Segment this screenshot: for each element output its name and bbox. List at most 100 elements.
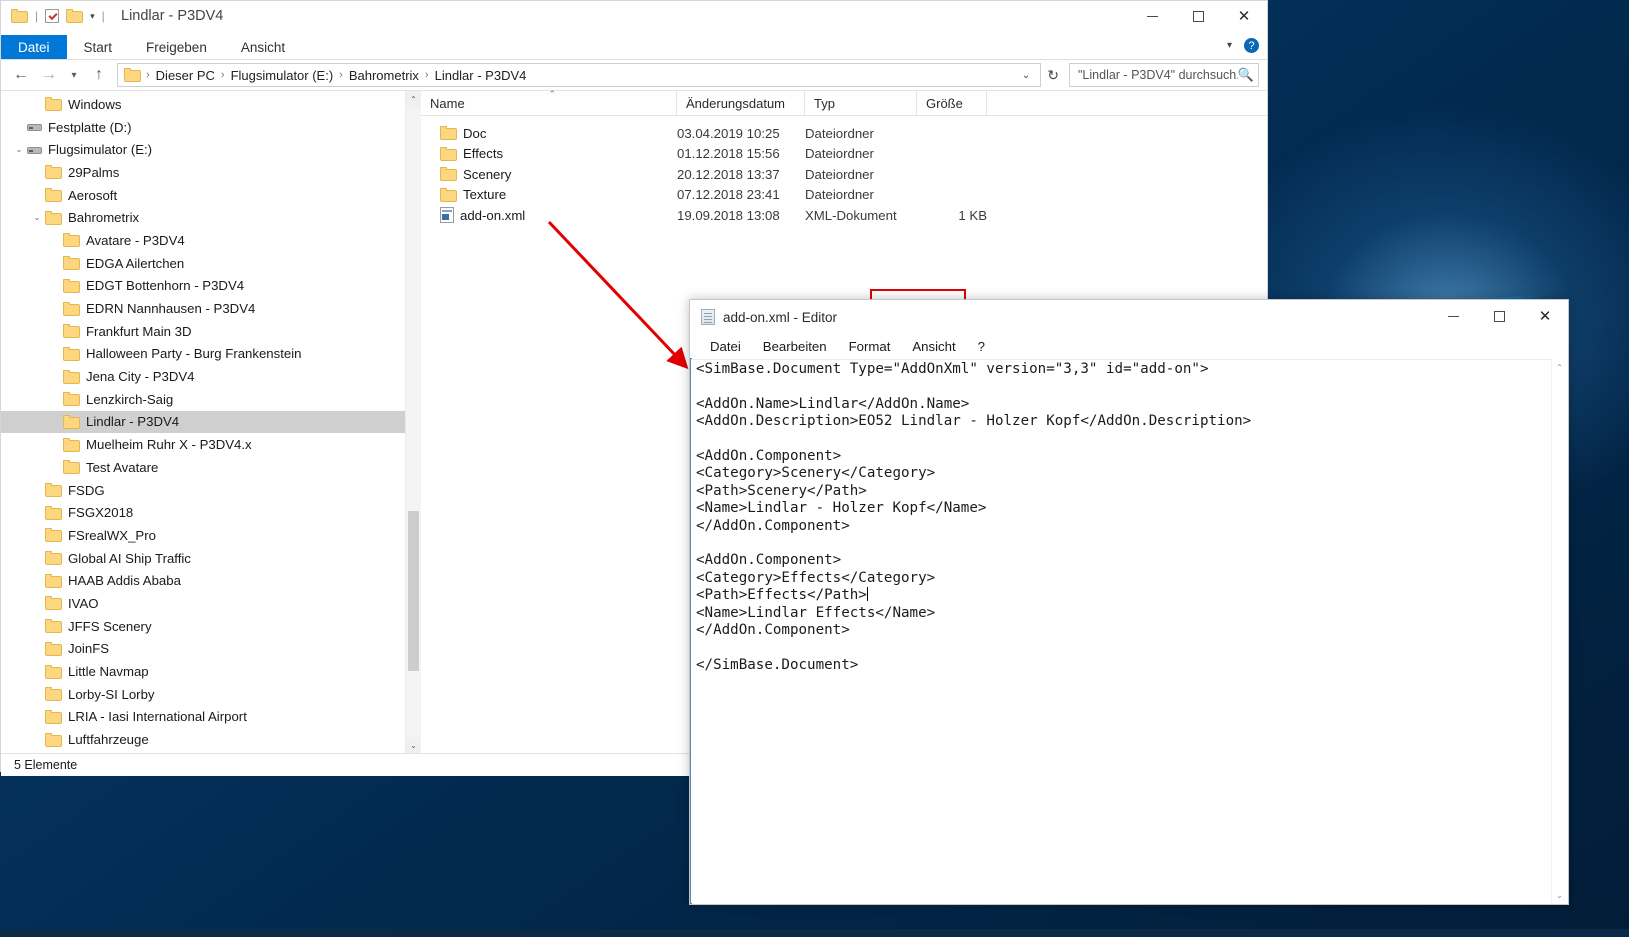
search-input-value: "Lindlar - P3DV4" durchsuch... xyxy=(1078,68,1238,82)
tree-item[interactable]: JFFS Scenery xyxy=(1,615,421,638)
tree-item-label: Flugsimulator (E:) xyxy=(48,142,153,158)
file-type-cell: Dateiordner xyxy=(805,146,874,162)
table-row[interactable]: Scenery 20.12.2018 13:37 Dateiordner xyxy=(421,164,1267,185)
tab-ansicht[interactable]: Ansicht xyxy=(224,35,302,59)
tree-item[interactable]: Little Navmap xyxy=(1,660,421,683)
navigation-pane: Windows Festplatte (D:) ⌄ Flugsimulator (E:… xyxy=(1,91,421,753)
refresh-icon[interactable]: ↻ xyxy=(1041,67,1065,84)
tree-item[interactable]: Avatare - P3DV4 xyxy=(1,229,421,252)
recent-locations-button[interactable]: ▾ xyxy=(63,62,85,88)
tree-item[interactable]: Lenzkirch-Saig xyxy=(1,388,421,411)
column-header-date[interactable]: Änderungsdatum xyxy=(677,91,805,115)
tree-item[interactable]: EDRN Nannhausen - P3DV4 xyxy=(1,297,421,320)
back-button[interactable]: ← xyxy=(7,62,35,88)
search-input[interactable]: "Lindlar - P3DV4" durchsuch... 🔍 xyxy=(1069,63,1259,87)
chevron-down-icon[interactable]: ⌄ xyxy=(406,737,421,753)
tree-item[interactable]: LRIA - Iasi International Airport xyxy=(1,706,421,729)
file-date-cell: 19.09.2018 13:08 xyxy=(677,207,780,223)
tab-start[interactable]: Start xyxy=(67,35,130,59)
scrollbar-thumb[interactable] xyxy=(408,511,419,671)
chevron-expand-icon[interactable]: ⌄ xyxy=(29,213,45,222)
chevron-up-icon[interactable]: ⌃ xyxy=(1552,359,1567,375)
search-icon[interactable]: 🔍 xyxy=(1238,67,1254,83)
chevron-down-icon[interactable]: ⌄ xyxy=(1016,70,1036,81)
new-folder-icon[interactable] xyxy=(66,9,84,23)
notepad-text-area[interactable]: <SimBase.Document Type="AddOnXml" versio… xyxy=(691,359,1552,903)
help-icon[interactable]: ? xyxy=(1244,38,1259,53)
column-header-type[interactable]: Typ xyxy=(805,91,917,115)
chevron-down-icon[interactable]: ⌄ xyxy=(1552,887,1567,903)
tree-item-label: Windows xyxy=(68,96,122,112)
tree-item[interactable]: EDGA Ailertchen xyxy=(1,252,421,275)
tree-item[interactable]: JoinFS xyxy=(1,638,421,661)
tree-item[interactable]: Test Avatare xyxy=(1,456,421,479)
file-size-cell: 1 KB xyxy=(958,207,987,223)
tree-item[interactable]: Festplatte (D:) xyxy=(1,116,421,139)
tree-item[interactable]: Aerosoft xyxy=(1,184,421,207)
tree-item[interactable]: Frankfurt Main 3D xyxy=(1,320,421,343)
tree-item[interactable]: Global AI Ship Traffic xyxy=(1,547,421,570)
tab-freigeben[interactable]: Freigeben xyxy=(129,35,224,59)
column-header-name[interactable]: Name ⌃ xyxy=(421,89,677,115)
breadcrumb-item-bahrometrix[interactable]: Bahrometrix xyxy=(344,67,424,84)
folder-icon xyxy=(440,187,457,202)
tree-item[interactable]: EDGT Bottenhorn - P3DV4 xyxy=(1,275,421,298)
tree-item[interactable]: Lorby-SI Lorby xyxy=(1,683,421,706)
menu-item-datei[interactable]: Datei xyxy=(699,339,752,354)
table-row[interactable]: Effects 01.12.2018 15:56 Dateiordner xyxy=(421,144,1267,165)
xml-file-icon xyxy=(440,207,454,224)
chevron-up-icon[interactable]: ⌃ xyxy=(406,91,421,107)
notepad-scrollbar[interactable]: ⌃ ⌄ xyxy=(1551,359,1567,903)
table-row[interactable]: Texture 07.12.2018 23:41 Dateiordner xyxy=(421,185,1267,206)
breadcrumb-item-lindlar[interactable]: Lindlar - P3DV4 xyxy=(430,67,532,84)
column-header-size[interactable]: Größe xyxy=(917,91,987,115)
close-button[interactable]: ✕ xyxy=(1221,1,1267,32)
chevron-down-icon[interactable]: ▾ xyxy=(1227,40,1232,51)
tree-item[interactable]: 29Palms xyxy=(1,161,421,184)
tree-item[interactable]: ⌄ Bahrometrix xyxy=(1,206,421,229)
tree-item[interactable]: ⌄ Flugsimulator (E:) xyxy=(1,138,421,161)
file-date-cell: 01.12.2018 15:56 xyxy=(677,146,780,162)
address-bar[interactable]: › Dieser PC › Flugsimulator (E:) › Bahro… xyxy=(117,63,1042,87)
chevron-expand-icon[interactable]: ⌄ xyxy=(11,145,27,154)
breadcrumb-item-flugsimulator[interactable]: Flugsimulator (E:) xyxy=(226,67,339,84)
tree-item[interactable]: Jena City - P3DV4 xyxy=(1,365,421,388)
tab-datei[interactable]: Datei xyxy=(1,35,67,59)
maximize-button[interactable] xyxy=(1175,1,1221,32)
tree-item[interactable]: Muelheim Ruhr X - P3DV4.x xyxy=(1,433,421,456)
tree-item-label: Lindlar - P3DV4 xyxy=(86,414,180,430)
minimize-button[interactable] xyxy=(1129,1,1175,32)
table-row[interactable]: add-on.xml 19.09.2018 13:08 XML-Dokument 1 … xyxy=(421,205,1267,226)
folder-icon xyxy=(45,97,62,112)
close-button[interactable]: ✕ xyxy=(1522,300,1568,332)
table-row[interactable]: Doc 03.04.2019 10:25 Dateiordner xyxy=(421,123,1267,144)
menu-item-format[interactable]: Format xyxy=(838,339,902,354)
folder-icon[interactable] xyxy=(11,9,28,23)
menu-item-help[interactable]: ? xyxy=(967,339,996,354)
forward-button[interactable]: → xyxy=(35,62,63,88)
column-header-label: Größe xyxy=(926,95,963,111)
tree-item[interactable]: Windows xyxy=(1,93,421,116)
tree-item[interactable]: FSrealWX_Pro xyxy=(1,524,421,547)
tree-item[interactable]: HAAB Addis Ababa xyxy=(1,569,421,592)
xml-document-content[interactable]: <SimBase.Document Type="AddOnXml" versio… xyxy=(691,360,1552,674)
checkbox-red-check-icon[interactable] xyxy=(45,9,60,23)
navigation-scrollbar[interactable]: ⌃ ⌄ xyxy=(405,91,421,753)
chevron-down-icon[interactable]: ▾ xyxy=(90,11,95,22)
maximize-button[interactable] xyxy=(1476,300,1522,332)
tree-item[interactable]: IVAO xyxy=(1,592,421,615)
tree-item-label: Little Navmap xyxy=(68,664,149,680)
tree-item[interactable]: FSGX2018 xyxy=(1,501,421,524)
tree-item[interactable]: Halloween Party - Burg Frankenstein xyxy=(1,343,421,366)
minimize-button[interactable] xyxy=(1430,300,1476,332)
breadcrumb-item-dieser-pc[interactable]: Dieser PC xyxy=(151,67,220,84)
status-bar-text: 5 Elemente xyxy=(14,758,78,772)
notepad-title-bar: add-on.xml - Editor ✕ xyxy=(690,300,1568,334)
menu-item-bearbeiten[interactable]: Bearbeiten xyxy=(752,339,838,354)
tree-item[interactable]: Luftfahrzeuge xyxy=(1,728,421,751)
notepad-window-controls: ✕ xyxy=(1430,300,1568,332)
menu-item-ansicht[interactable]: Ansicht xyxy=(901,339,966,354)
tree-item[interactable]: Lindlar - P3DV4 xyxy=(1,410,421,434)
tree-item[interactable]: FSDG xyxy=(1,479,421,502)
up-button[interactable]: ↑ xyxy=(85,62,113,88)
